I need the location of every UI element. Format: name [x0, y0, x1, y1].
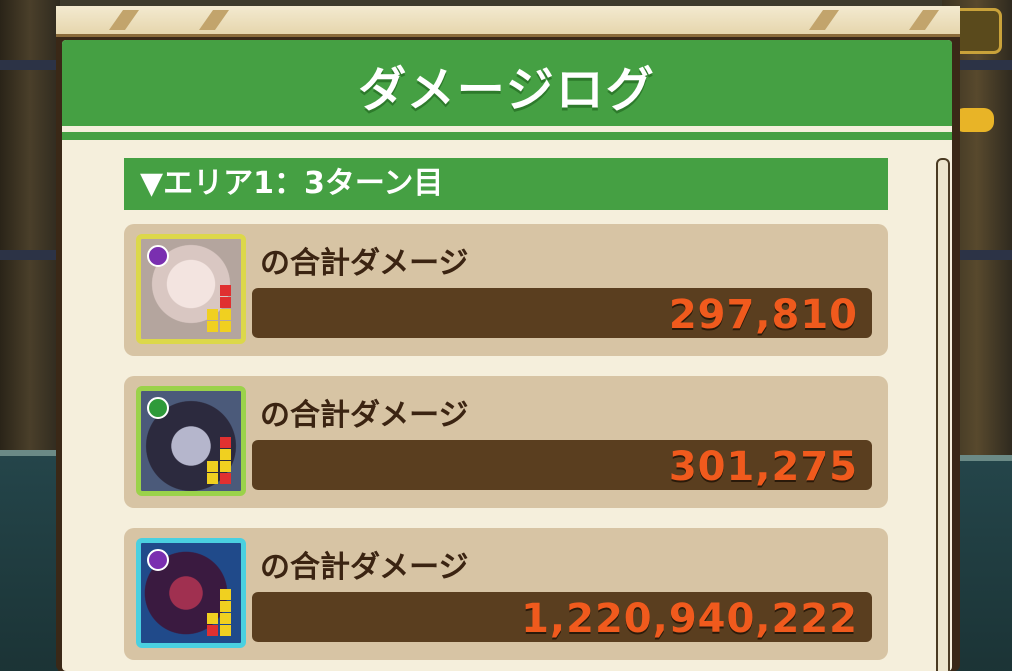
damage-bar: 297,810	[252, 288, 872, 338]
background-panel-right	[952, 455, 1012, 671]
damage-bar: 301,275	[252, 440, 872, 490]
background-panel-left	[0, 450, 58, 671]
awakening-icon	[207, 437, 233, 484]
attribute-orb-icon	[147, 397, 169, 419]
attribute-orb-icon	[147, 245, 169, 267]
monster-portrait[interactable]	[136, 234, 246, 344]
dialog-title: ダメージログ	[358, 62, 656, 118]
attribute-orb-icon	[147, 549, 169, 571]
damage-entry: の合計ダメージ 297,810	[124, 224, 888, 356]
background-plank	[952, 60, 1012, 70]
area-turn-header[interactable]: ▼エリア1：3ターン目	[124, 158, 888, 210]
damage-value: 1,220,940,222	[521, 596, 858, 642]
total-damage-label: の合計ダメージ	[260, 246, 469, 281]
total-damage-label: の合計ダメージ	[260, 398, 469, 433]
background-ui-fragment	[954, 108, 994, 132]
damage-log-panel: ダメージログ ▼エリア1：3ターン目 の合計ダメージ 297,810 の合計ダメ…	[62, 40, 952, 671]
damage-value: 297,810	[668, 292, 858, 338]
dialog-top-border	[56, 6, 960, 37]
background-plank	[952, 250, 1012, 260]
scrollbar[interactable]	[936, 158, 950, 671]
damage-value: 301,275	[668, 444, 858, 490]
damage-entry: の合計ダメージ 301,275	[124, 376, 888, 508]
background-plank	[0, 60, 58, 70]
title-bar: ダメージログ	[62, 40, 952, 140]
total-damage-label: の合計ダメージ	[260, 550, 469, 585]
awakening-icon	[207, 589, 233, 636]
monster-portrait[interactable]	[136, 538, 246, 648]
damage-bar: 1,220,940,222	[252, 592, 872, 642]
monster-portrait[interactable]	[136, 386, 246, 496]
damage-entry: の合計ダメージ 1,220,940,222	[124, 528, 888, 660]
background-plank	[0, 250, 58, 260]
awakening-icon	[207, 285, 233, 332]
damage-log-dialog: ダメージログ ▼エリア1：3ターン目 の合計ダメージ 297,810 の合計ダメ…	[56, 6, 960, 671]
